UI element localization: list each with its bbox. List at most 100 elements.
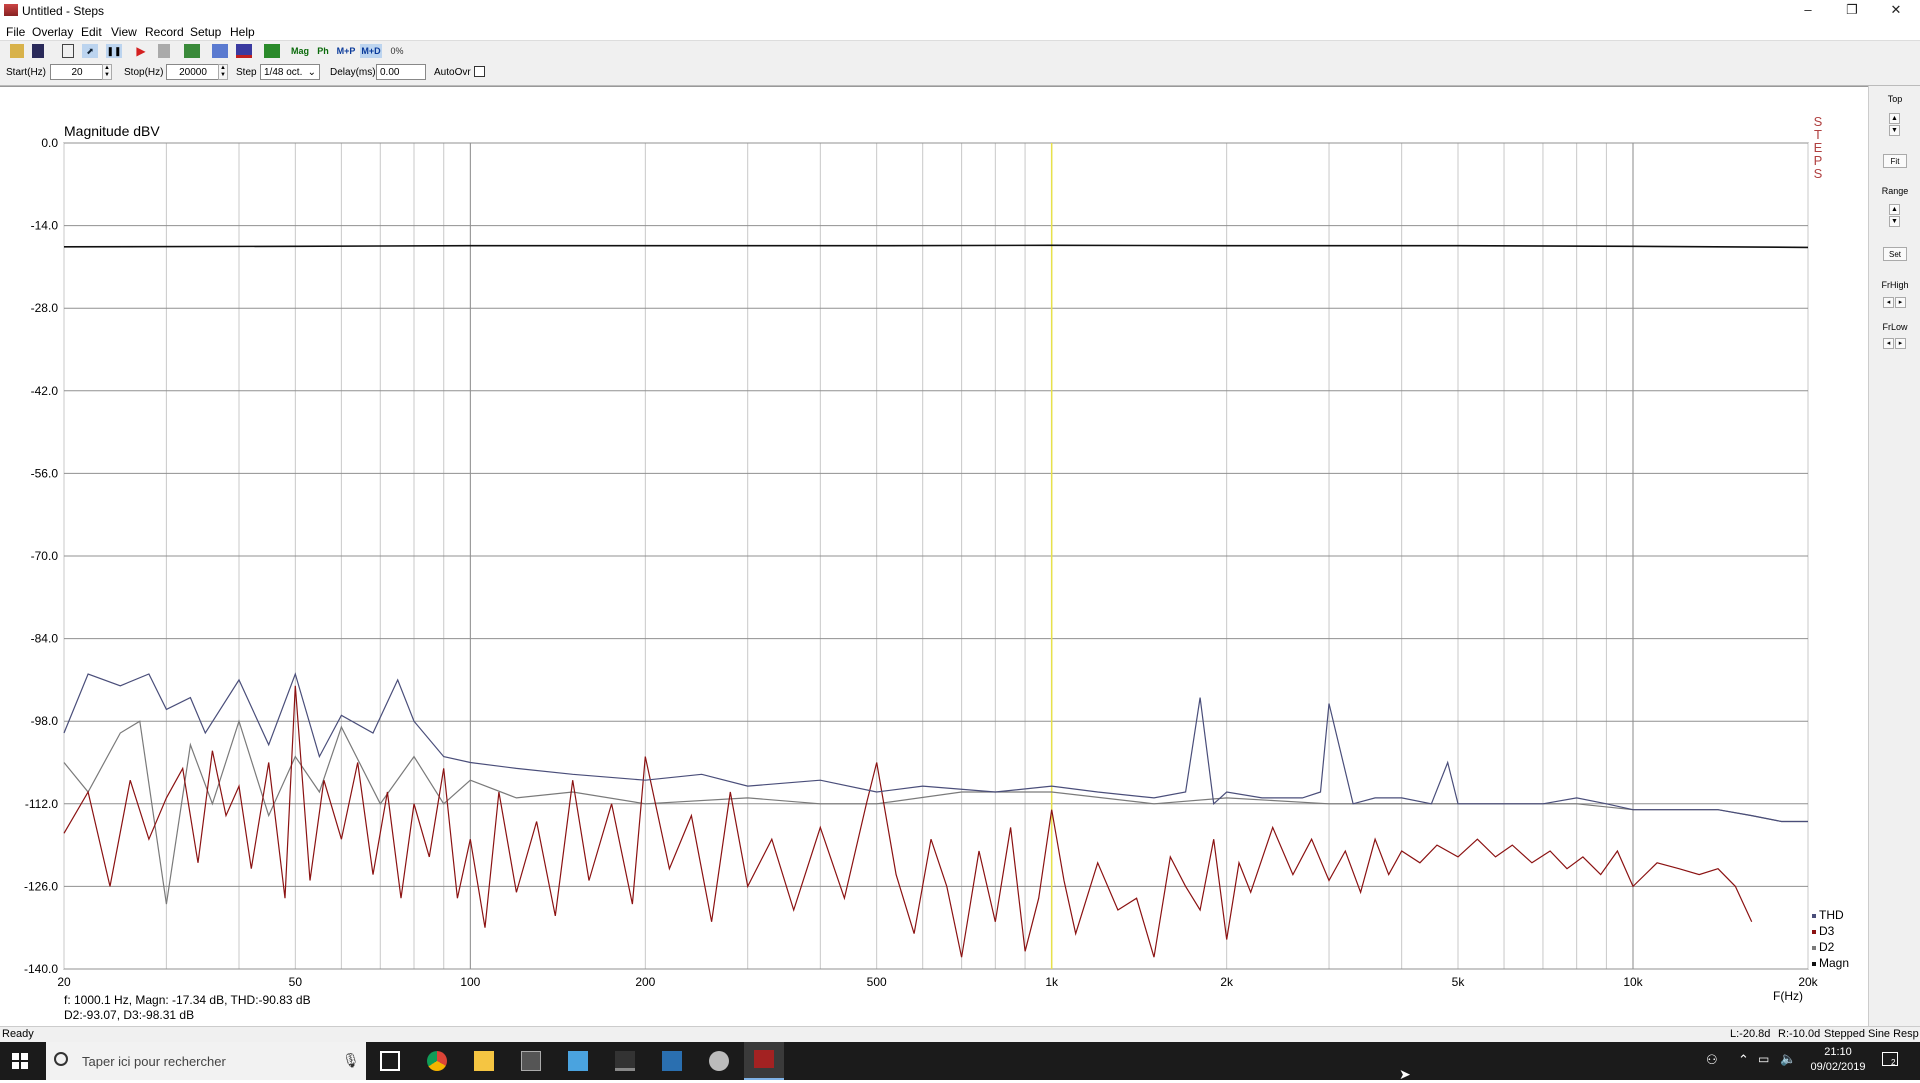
- channel-icon[interactable]: [236, 44, 252, 58]
- taskbar-search[interactable]: Taper ici pour rechercher 🎙: [46, 1042, 366, 1080]
- menu-help[interactable]: Help: [230, 25, 255, 39]
- percent-button[interactable]: 0%: [388, 44, 406, 58]
- close-button[interactable]: ✕: [1874, 0, 1918, 22]
- series-layer: [63, 244, 1809, 958]
- chrome-icon[interactable]: [427, 1051, 447, 1071]
- windows-start-icon[interactable]: [12, 1053, 28, 1069]
- mag-dist-button[interactable]: M+D: [360, 44, 382, 58]
- maximize-button[interactable]: ❐: [1830, 0, 1874, 22]
- range-down-button[interactable]: ▼: [1889, 216, 1900, 227]
- autoovr-label: AutoOvr: [434, 67, 471, 78]
- calculator-icon[interactable]: [521, 1051, 541, 1071]
- clock-date: 09/02/2019: [1810, 1061, 1866, 1073]
- volume-icon[interactable]: 🔈: [1780, 1051, 1796, 1067]
- x-tick-label: 100: [460, 975, 480, 989]
- file-explorer-icon[interactable]: [474, 1051, 494, 1071]
- save-icon[interactable]: [32, 44, 44, 58]
- frlow-left-button[interactable]: ◂: [1883, 338, 1894, 349]
- stop-spinner[interactable]: ▲ ▼: [218, 64, 228, 80]
- record-icon[interactable]: ▶: [134, 44, 148, 58]
- pause-icon[interactable]: ❚❚: [106, 44, 122, 58]
- title-bar: Untitled - Steps – ❐ ✕: [0, 0, 1920, 22]
- legend-item-d3[interactable]: D3: [1812, 923, 1849, 939]
- start-input[interactable]: 20: [50, 64, 104, 80]
- people-icon[interactable]: ⚇: [1706, 1052, 1718, 1068]
- overlay-icon[interactable]: [212, 44, 228, 58]
- menu-record[interactable]: Record: [145, 25, 184, 39]
- series-line-thd: [63, 672, 1808, 823]
- x-tick-label: 1k: [1045, 975, 1059, 989]
- status-mode: Stepped Sine Resp: [1824, 1028, 1919, 1040]
- mag-button[interactable]: Mag: [290, 44, 310, 58]
- range-up-button[interactable]: ▲: [1889, 204, 1900, 215]
- status-ready: Ready: [2, 1028, 34, 1040]
- frhigh-right-button[interactable]: ▸: [1895, 297, 1906, 308]
- copy-icon[interactable]: [62, 44, 74, 58]
- task-view-icon[interactable]: [380, 1051, 400, 1071]
- top-down-button[interactable]: ▼: [1889, 125, 1900, 136]
- frhigh-label: FrHigh: [1881, 280, 1909, 290]
- plot-area[interactable]: 0.0 -14.0 -28.0 -42.0 -56.0 -70.0 -84.0 -98.0 -1…: [0, 86, 1868, 1027]
- steps-taskbar-button[interactable]: [744, 1042, 784, 1080]
- top-up-button[interactable]: ▲: [1889, 113, 1900, 124]
- audio-app-icon[interactable]: [615, 1051, 635, 1071]
- window-title: Untitled - Steps: [22, 4, 105, 18]
- notepad-icon[interactable]: [568, 1051, 588, 1071]
- legend-swatch-d2: [1812, 945, 1816, 950]
- grid-icon[interactable]: [184, 44, 200, 58]
- start-spinner[interactable]: ▲ ▼: [102, 64, 112, 80]
- minimize-button[interactable]: –: [1786, 0, 1830, 22]
- x-tick-label: 500: [867, 975, 887, 989]
- mag-phase-button[interactable]: M+P: [336, 44, 356, 58]
- chevron-up-icon[interactable]: ⌃: [1738, 1052, 1749, 1068]
- legend-label-magn: Magn: [1819, 956, 1850, 970]
- axis-labels: 0.0 -14.0 -28.0 -42.0 -56.0 -70.0 -84.0 -98.0 -1…: [24, 136, 1819, 989]
- mouse-pointer-icon: ➤: [1399, 1066, 1411, 1082]
- open-icon[interactable]: [10, 44, 24, 58]
- fit-button[interactable]: Fit: [1883, 154, 1907, 168]
- step-select[interactable]: 1/48 oct. ⌄: [260, 64, 320, 80]
- legend-label-thd: THD: [1819, 908, 1844, 922]
- generator-icon[interactable]: [264, 44, 280, 58]
- stop-input[interactable]: 20000: [166, 64, 220, 80]
- menu-edit[interactable]: Edit: [81, 25, 102, 39]
- stop-icon[interactable]: [158, 44, 170, 58]
- legend-item-thd[interactable]: THD: [1812, 907, 1849, 923]
- toolbar: ⬈ ❚❚ ▶ Mag Ph M+P M+D 0%: [0, 40, 1920, 61]
- legend-item-magn[interactable]: Magn: [1812, 955, 1849, 971]
- menu-file[interactable]: File: [6, 25, 25, 39]
- y-tick-label: -70.0: [31, 549, 59, 563]
- search-placeholder: Taper ici pour rechercher: [82, 1054, 226, 1069]
- cursor-tool-icon[interactable]: ⬈: [82, 44, 98, 58]
- notification-icon[interactable]: 2: [1882, 1052, 1898, 1067]
- menu-overlay[interactable]: Overlay: [32, 25, 73, 39]
- steps-watermark: STEPS: [1813, 114, 1823, 181]
- phase-button[interactable]: Ph: [316, 44, 330, 58]
- autoovr-checkbox[interactable]: [474, 66, 485, 77]
- store-icon[interactable]: [662, 1051, 682, 1071]
- series-line-d3: [63, 685, 1753, 958]
- media-app-icon[interactable]: [709, 1051, 729, 1071]
- y-tick-label: -28.0: [31, 301, 59, 315]
- frhigh-left-button[interactable]: ◂: [1883, 297, 1894, 308]
- x-tick-label: 50: [289, 975, 303, 989]
- frlow-right-button[interactable]: ▸: [1895, 338, 1906, 349]
- notification-count: 2: [1891, 1058, 1896, 1067]
- stop-label: Stop(Hz): [124, 67, 164, 78]
- x-tick-label: 20: [57, 975, 71, 989]
- x-axis-label: F(Hz): [1773, 989, 1803, 1003]
- network-icon[interactable]: ▭: [1758, 1052, 1769, 1066]
- legend-item-d2[interactable]: D2: [1812, 939, 1849, 955]
- clock[interactable]: 21:10 09/02/2019: [1808, 1045, 1868, 1075]
- menu-view[interactable]: View: [111, 25, 137, 39]
- app-icon: [4, 4, 18, 16]
- menu-setup[interactable]: Setup: [190, 25, 221, 39]
- step-value: 1/48 oct.: [264, 67, 303, 78]
- sweep-controls: Start(Hz) 20 ▲ ▼ Stop(Hz) 20000 ▲ ▼ Step 1…: [0, 61, 1920, 86]
- y-tick-label: -126.0: [24, 879, 58, 893]
- set-button[interactable]: Set: [1883, 247, 1907, 261]
- delay-input[interactable]: 0.00: [376, 64, 426, 80]
- legend-swatch-d3: [1812, 929, 1816, 934]
- microphone-icon[interactable]: 🎙: [342, 1052, 360, 1069]
- x-tick-label: 5k: [1452, 975, 1466, 989]
